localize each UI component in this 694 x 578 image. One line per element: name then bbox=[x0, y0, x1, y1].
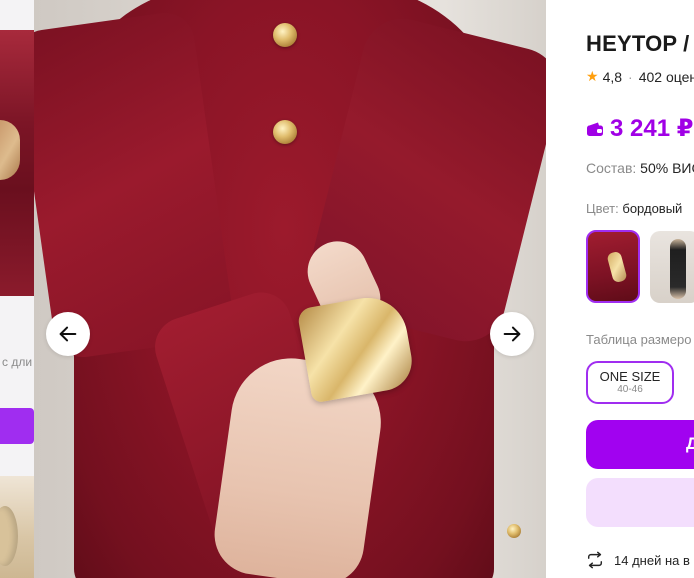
rating-row[interactable]: ★ 4,8 · 402 оцен bbox=[586, 68, 694, 85]
size-table-link[interactable]: Таблица размеро bbox=[586, 332, 692, 347]
composition-value: 50% ВИСК bbox=[640, 160, 694, 176]
buy-now-button[interactable] bbox=[586, 478, 694, 527]
wallet-icon bbox=[587, 122, 603, 136]
left-card-info bbox=[0, 296, 34, 408]
color-swatch-black[interactable] bbox=[650, 231, 694, 303]
price-row: 3 241 ₽ bbox=[586, 114, 693, 143]
left-card-top-text: ок bbox=[0, 0, 9, 3]
size-label: ONE SIZE bbox=[599, 369, 661, 384]
product-price: 3 241 ₽ bbox=[610, 115, 694, 142]
arrow-left-icon bbox=[59, 326, 77, 342]
color-row: Цвет: бордовый bbox=[586, 201, 682, 216]
add-to-cart-button[interactable]: Д bbox=[586, 420, 694, 469]
add-to-cart-label: Д bbox=[686, 434, 694, 453]
gold-button-2 bbox=[273, 120, 297, 144]
left-card-button[interactable] bbox=[0, 408, 34, 444]
gold-button-3 bbox=[507, 524, 521, 538]
left-card-strip: ок с дли bbox=[0, 0, 34, 578]
color-label: Цвет: bbox=[586, 201, 619, 216]
color-swatch-selected[interactable] bbox=[586, 230, 640, 303]
composition-label: Состав: bbox=[586, 160, 637, 176]
left-card-title[interactable]: с дли bbox=[2, 355, 32, 369]
product-title[interactable]: HEYTOP / bbox=[586, 31, 690, 57]
separator-dot: · bbox=[628, 68, 633, 85]
size-option-one-size[interactable]: ONE SIZE 40-46 bbox=[586, 361, 674, 404]
color-value: бордовый bbox=[622, 201, 683, 216]
return-text: 14 дней на в bbox=[614, 552, 690, 568]
return-arrows-icon bbox=[587, 551, 603, 569]
product-info-panel: HEYTOP / ★ 4,8 · 402 оцен 3 241 ₽ Состав… bbox=[586, 0, 694, 578]
return-policy[interactable]: 14 дней на в bbox=[586, 551, 690, 569]
left-card-thumbnail[interactable] bbox=[0, 30, 34, 296]
gallery-next-button[interactable] bbox=[490, 312, 534, 356]
gold-button-1 bbox=[273, 23, 297, 47]
arrow-right-icon bbox=[503, 326, 521, 342]
product-main-image[interactable] bbox=[34, 0, 546, 578]
gallery-prev-button[interactable] bbox=[46, 312, 90, 356]
left-card-thumbnail-2[interactable] bbox=[0, 476, 34, 578]
size-range: 40-46 bbox=[617, 384, 643, 395]
rating-value: 4,8 bbox=[602, 68, 623, 85]
star-icon: ★ bbox=[586, 68, 599, 84]
composition: Состав: 50% ВИСК bbox=[586, 160, 694, 176]
reviews-count[interactable]: 402 оцен bbox=[639, 69, 694, 85]
